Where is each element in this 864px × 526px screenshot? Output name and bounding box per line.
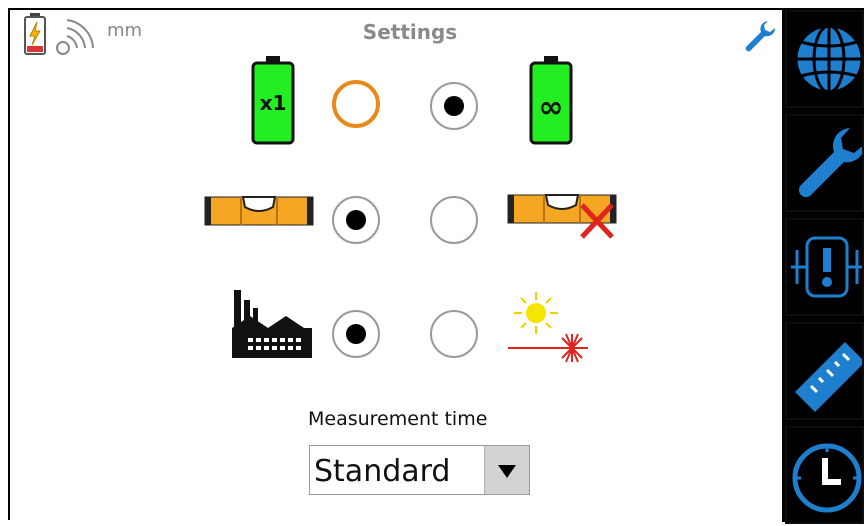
spirit-level-icon (204, 196, 314, 226)
page-title: Settings (362, 20, 458, 44)
spirit-level-off-icon (507, 194, 617, 239)
sidebar-item-measure[interactable] (785, 322, 864, 420)
wireless-signal-icon (56, 19, 94, 55)
factory-icon (232, 290, 312, 358)
measurement-time-select[interactable]: Standard (309, 445, 530, 495)
level-off-radio[interactable] (430, 196, 478, 244)
battery-continuous-icon: ∞ (529, 56, 573, 145)
level-on-radio[interactable] (332, 196, 380, 244)
measurement-time-label: Measurement time (308, 408, 488, 430)
ruler-icon (795, 342, 864, 412)
battery-single-charge-icon: x1 (251, 56, 295, 145)
battery-continuous-radio[interactable] (430, 82, 478, 130)
battery-charging-icon (24, 13, 46, 55)
sidebar-item-machine-alignment[interactable] (785, 218, 864, 316)
sidebar (782, 8, 864, 524)
battery-continuous-label: ∞ (539, 90, 564, 125)
settings-panel: mm Settings x1 ∞ Measurement time Standa… (8, 8, 782, 520)
battery-single-radio[interactable] (332, 80, 380, 128)
wrench-icon[interactable] (741, 18, 777, 54)
battery-single-label: x1 (260, 91, 287, 115)
sidebar-item-timer[interactable] (785, 426, 864, 524)
sunlight-laser-icon (508, 292, 588, 363)
globe-icon (794, 24, 864, 94)
unit-label: mm (107, 20, 143, 41)
chevron-down-icon[interactable] (484, 446, 529, 494)
measurement-time-value: Standard (314, 454, 451, 489)
machine-alignment-icon (791, 236, 863, 298)
sidebar-item-settings[interactable] (785, 114, 864, 212)
sidebar-item-globe[interactable] (785, 10, 864, 108)
industrial-radio[interactable] (332, 310, 380, 358)
wrench-icon (798, 128, 864, 198)
clock-icon (792, 443, 862, 513)
sunlight-radio[interactable] (430, 310, 478, 358)
